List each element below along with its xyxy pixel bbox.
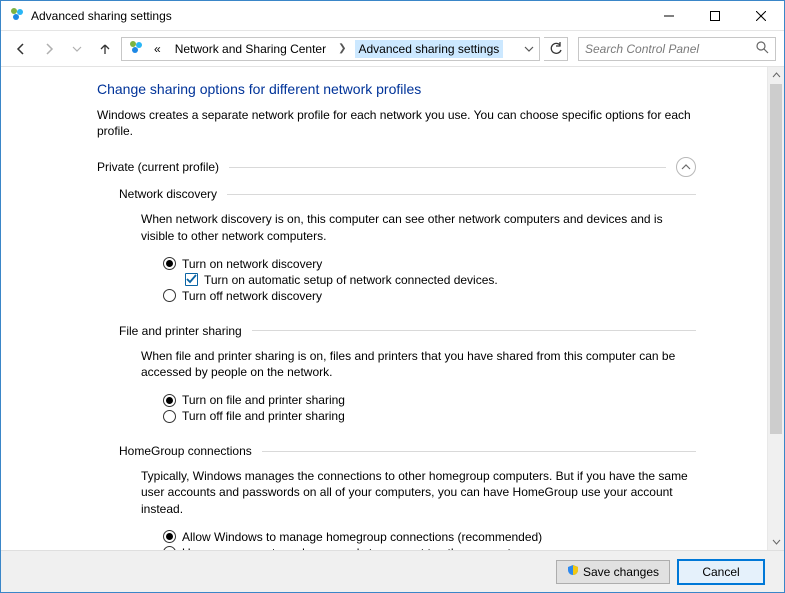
- netdisc-header: Network discovery: [119, 187, 217, 201]
- radio-label: Turn off network discovery: [182, 289, 322, 303]
- checkbox-label: Turn on automatic setup of network conne…: [204, 273, 498, 287]
- profile-label: Private (current profile): [97, 160, 219, 174]
- fps-header: File and printer sharing: [119, 324, 242, 338]
- breadcrumb-current[interactable]: Advanced sharing settings: [355, 40, 504, 58]
- navbar: « Network and Sharing Center ❯ Advanced …: [1, 31, 784, 67]
- divider: [262, 451, 696, 452]
- radio-label: Turn on file and printer sharing: [182, 393, 345, 407]
- chevron-right-icon: ❯: [336, 43, 348, 54]
- page-title: Change sharing options for different net…: [97, 81, 696, 97]
- up-button[interactable]: [93, 37, 117, 61]
- group-network-discovery: Network discovery When network discovery…: [119, 187, 696, 303]
- radio-label: Turn on network discovery: [182, 257, 322, 271]
- maximize-button[interactable]: [692, 1, 738, 30]
- address-dropdown[interactable]: [521, 44, 537, 54]
- content-area: Change sharing options for different net…: [1, 67, 784, 550]
- save-changes-button[interactable]: Save changes: [556, 560, 670, 584]
- radio-label: Allow Windows to manage homegroup connec…: [182, 530, 542, 544]
- search-input[interactable]: [585, 42, 752, 56]
- main-pane: Change sharing options for different net…: [1, 67, 784, 550]
- shield-icon: [567, 564, 579, 579]
- minimize-button[interactable]: [646, 1, 692, 30]
- window-title: Advanced sharing settings: [31, 9, 646, 23]
- radio-hg-user[interactable]: Use user accounts and passwords to conne…: [163, 545, 696, 550]
- breadcrumb-parent[interactable]: Network and Sharing Center: [171, 40, 330, 58]
- hg-desc: Typically, Windows manages the connectio…: [141, 468, 696, 517]
- back-button[interactable]: [9, 37, 33, 61]
- recent-dropdown[interactable]: [65, 37, 89, 61]
- cancel-button[interactable]: Cancel: [678, 560, 764, 584]
- app-icon: [9, 6, 25, 25]
- group-file-printer-sharing: File and printer sharing When file and p…: [119, 324, 696, 424]
- button-label: Cancel: [702, 565, 739, 579]
- netdisc-desc: When network discovery is on, this compu…: [141, 211, 696, 243]
- radio-icon: [163, 394, 176, 407]
- page-description: Windows creates a separate network profi…: [97, 107, 696, 139]
- radio-icon: [163, 546, 176, 550]
- radio-icon: [163, 530, 176, 543]
- footer-bar: Save changes Cancel: [1, 550, 784, 592]
- collapse-button[interactable]: [676, 157, 696, 177]
- hg-header: HomeGroup connections: [119, 444, 252, 458]
- address-bar[interactable]: « Network and Sharing Center ❯ Advanced …: [121, 37, 540, 61]
- radio-fps-on[interactable]: Turn on file and printer sharing: [163, 392, 696, 408]
- radio-label: Turn off file and printer sharing: [182, 409, 345, 423]
- scroll-down-button[interactable]: [768, 533, 784, 550]
- radio-icon: [163, 410, 176, 423]
- search-box[interactable]: [578, 37, 776, 61]
- button-label: Save changes: [583, 565, 659, 579]
- check-netdisc-auto[interactable]: Turn on automatic setup of network conne…: [185, 272, 696, 288]
- breadcrumb-overflow[interactable]: «: [150, 40, 165, 58]
- address-icon: [128, 39, 144, 58]
- radio-icon: [163, 289, 176, 302]
- group-homegroup: HomeGroup connections Typically, Windows…: [119, 444, 696, 550]
- radio-netdisc-on[interactable]: Turn on network discovery: [163, 256, 696, 272]
- fps-desc: When file and printer sharing is on, fil…: [141, 348, 696, 380]
- radio-fps-off[interactable]: Turn off file and printer sharing: [163, 408, 696, 424]
- refresh-button[interactable]: [544, 37, 568, 61]
- radio-hg-allow[interactable]: Allow Windows to manage homegroup connec…: [163, 529, 696, 545]
- scroll-track[interactable]: [768, 84, 784, 533]
- window-frame: Advanced sharing settings « Network and …: [0, 0, 785, 593]
- forward-button[interactable]: [37, 37, 61, 61]
- divider: [227, 194, 696, 195]
- close-button[interactable]: [738, 1, 784, 30]
- search-icon[interactable]: [756, 41, 769, 57]
- divider: [229, 167, 666, 168]
- radio-label: Use user accounts and passwords to conne…: [182, 546, 528, 550]
- scrollbar[interactable]: [767, 67, 784, 550]
- window-controls: [646, 1, 784, 30]
- radio-netdisc-off[interactable]: Turn off network discovery: [163, 288, 696, 304]
- radio-icon: [163, 257, 176, 270]
- titlebar: Advanced sharing settings: [1, 1, 784, 31]
- divider: [252, 330, 696, 331]
- scroll-up-button[interactable]: [768, 67, 784, 84]
- profile-header: Private (current profile): [97, 157, 696, 177]
- scroll-thumb[interactable]: [770, 84, 782, 434]
- checkbox-icon: [185, 273, 198, 286]
